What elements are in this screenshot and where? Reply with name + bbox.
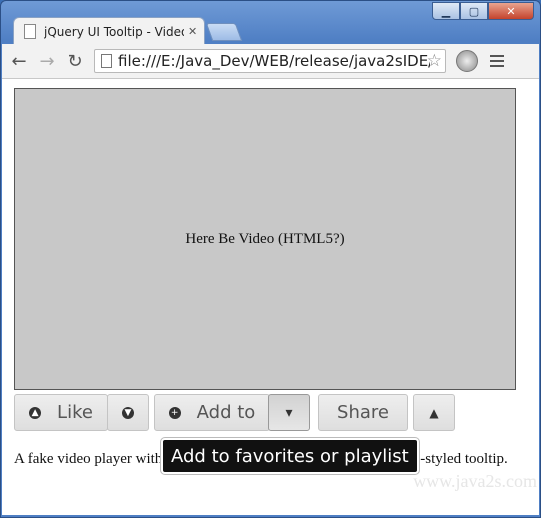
description-left: A fake video player with [14,451,163,467]
page-icon [24,24,36,39]
add-to-menu-button[interactable]: ▾ [268,394,310,431]
dislike-button[interactable]: ▼ [107,394,149,431]
plus-icon: + [168,406,181,419]
report-button[interactable]: ▲ [413,394,455,431]
window-controls: ▁ ▢ ✕ [432,2,534,20]
tab-title: jQuery UI Tooltip - Video P [44,24,184,39]
share-button[interactable]: Share [318,394,408,431]
menu-icon[interactable] [490,55,504,67]
share-label: Share [337,402,389,423]
add-to-label: Add to [196,402,256,423]
add-to-button[interactable]: + Add to [154,394,270,431]
video-placeholder-text: Here Be Video (HTML5?) [185,230,345,247]
like-label: Like [57,402,93,423]
reload-icon[interactable]: ↻ [64,50,86,72]
forward-arrow-icon[interactable]: → [36,50,58,72]
bookmark-star-icon[interactable]: ☆ [427,51,442,71]
video-player[interactable]: Here Be Video (HTML5?) [14,88,516,390]
description-right: -styled tooltip. [420,451,508,467]
browser-window: ▁ ▢ ✕ jQuery UI Tooltip - Video P ✕ ← → … [0,0,541,518]
alert-icon: ▲ [429,405,439,420]
like-button[interactable]: ▲ Like [14,394,108,431]
tab-close-icon[interactable]: ✕ [188,25,197,38]
minimize-button[interactable]: ▁ [432,2,460,20]
browser-tab[interactable]: jQuery UI Tooltip - Video P ✕ [13,17,205,45]
file-icon [101,54,112,68]
url-text[interactable]: file:///E:/Java_Dev/WEB/release/java2sID… [118,52,430,70]
tooltip: Add to favorites or playlist [160,437,420,475]
extension-icon[interactable] [456,50,478,72]
arrow-down-icon: ▼ [122,406,134,419]
maximize-button[interactable]: ▢ [460,2,488,20]
new-tab-button[interactable] [205,23,243,41]
browser-toolbar: ← → ↻ file:///E:/Java_Dev/WEB/release/ja… [2,44,539,79]
address-bar[interactable]: file:///E:/Java_Dev/WEB/release/java2sID… [94,49,446,73]
close-window-button[interactable]: ✕ [488,2,534,20]
back-arrow-icon[interactable]: ← [8,50,30,72]
arrow-up-icon: ▲ [29,406,42,419]
triangle-down-icon: ▾ [285,404,293,421]
page-content: Here Be Video (HTML5?) ▲ Like ▼ + Add to… [2,79,539,515]
watermark: www.java2s.com [413,471,537,491]
